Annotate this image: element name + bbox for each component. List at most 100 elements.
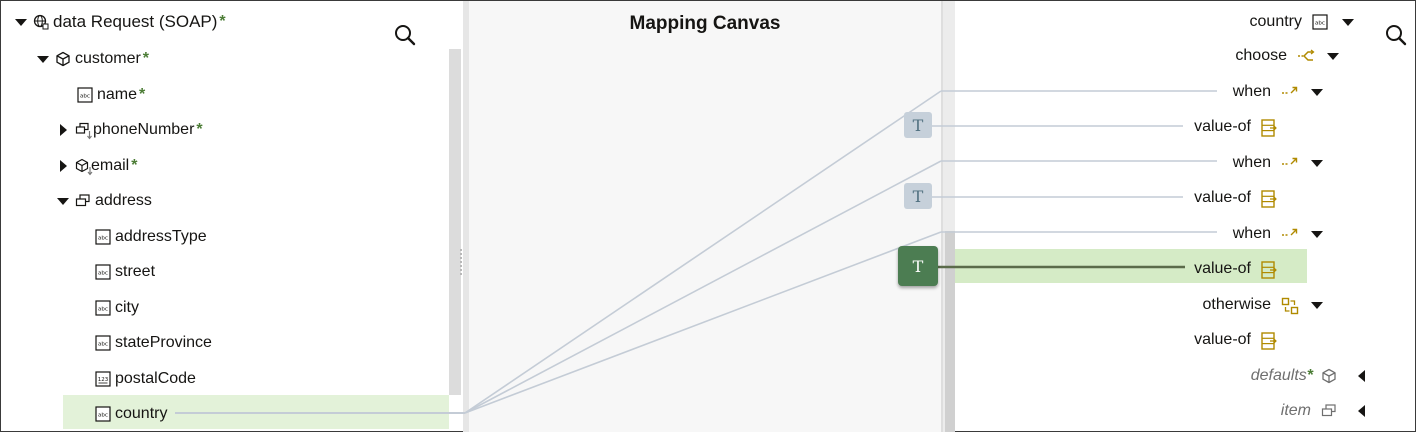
source-node-address[interactable]: address bbox=[57, 184, 152, 218]
expand-toggle[interactable] bbox=[57, 195, 69, 207]
expand-toggle[interactable] bbox=[1311, 157, 1323, 169]
source-node-label: city bbox=[115, 299, 139, 316]
expand-toggle[interactable] bbox=[15, 16, 27, 28]
source-node-phonenumber[interactable]: phoneNumber * bbox=[57, 113, 203, 147]
source-node-customer[interactable]: customer * bbox=[37, 42, 149, 76]
group-icon bbox=[1321, 403, 1337, 419]
source-node-postalcode[interactable]: 123 postalCode bbox=[95, 362, 196, 396]
svg-text:abc: abc bbox=[98, 271, 108, 277]
expand-toggle[interactable] bbox=[37, 53, 49, 65]
target-node-when-1[interactable]: when bbox=[1233, 75, 1323, 109]
svg-text:abc: abc bbox=[80, 94, 90, 100]
globe-node-icon bbox=[33, 14, 49, 30]
collapse-toggle[interactable] bbox=[1355, 405, 1367, 417]
target-node-label: otherwise bbox=[1202, 296, 1271, 313]
choose-icon bbox=[1297, 48, 1315, 64]
source-node-label: addressType bbox=[115, 228, 207, 245]
source-panel: data Request (SOAP) * customer * abc nam… bbox=[1, 1, 463, 432]
search-icon bbox=[393, 25, 417, 51]
when-icon bbox=[1281, 155, 1298, 171]
source-node-label: country bbox=[115, 405, 168, 422]
target-node-value-of-3[interactable]: value-of bbox=[1194, 252, 1277, 286]
target-node-label: defaults bbox=[1250, 367, 1307, 384]
string-field-icon: abc bbox=[95, 335, 111, 351]
expand-toggle[interactable] bbox=[57, 124, 69, 136]
expand-toggle[interactable] bbox=[1311, 86, 1323, 98]
string-field-icon: abc bbox=[77, 87, 93, 103]
target-node-value-of-4[interactable]: value-of bbox=[1194, 323, 1277, 357]
string-field-icon: abc bbox=[95, 264, 111, 280]
text-function-icon: T bbox=[912, 256, 924, 276]
target-node-defaults[interactable]: defaults * bbox=[1251, 359, 1367, 393]
svg-text:123: 123 bbox=[98, 377, 109, 383]
function-box-active[interactable]: T bbox=[898, 246, 938, 286]
search-icon bbox=[1384, 25, 1408, 51]
source-node-label: email bbox=[91, 157, 130, 174]
string-field-icon: abc bbox=[95, 406, 111, 422]
value-of-icon bbox=[1261, 332, 1277, 350]
function-box-2[interactable]: T bbox=[904, 183, 932, 209]
required-marker: * bbox=[131, 157, 138, 174]
canvas-title: Mapping Canvas bbox=[629, 13, 781, 34]
expand-toggle[interactable] bbox=[1311, 299, 1323, 311]
source-node-request[interactable]: data Request (SOAP) * bbox=[15, 5, 226, 39]
svg-text:abc: abc bbox=[98, 342, 108, 348]
mapping-canvas[interactable]: Mapping Canvas bbox=[463, 1, 941, 432]
cube-icon bbox=[55, 51, 71, 67]
source-node-label: data Request (SOAP) bbox=[53, 12, 218, 31]
function-box-1[interactable]: T bbox=[904, 112, 932, 138]
source-node-label: postalCode bbox=[115, 370, 196, 387]
target-node-country[interactable]: country abc bbox=[1250, 5, 1354, 39]
source-node-label: street bbox=[115, 263, 156, 280]
required-marker: * bbox=[139, 86, 146, 103]
source-node-street[interactable]: abc street bbox=[95, 255, 155, 289]
expand-toggle[interactable] bbox=[1311, 228, 1323, 240]
value-of-icon bbox=[1261, 261, 1277, 279]
when-icon bbox=[1281, 84, 1298, 100]
source-node-addresstype[interactable]: abc addressType bbox=[95, 220, 207, 254]
target-node-label: value-of bbox=[1194, 189, 1251, 206]
target-node-label: when bbox=[1232, 83, 1271, 100]
source-search-button[interactable] bbox=[393, 23, 417, 47]
number-field-icon: 123 bbox=[95, 371, 111, 387]
target-node-choose[interactable]: choose bbox=[1235, 39, 1339, 73]
source-node-email[interactable]: email * bbox=[57, 149, 137, 183]
source-node-name[interactable]: abc name * bbox=[77, 78, 145, 112]
target-search-button[interactable] bbox=[1384, 23, 1408, 47]
source-node-label: phoneNumber bbox=[93, 121, 195, 138]
source-node-label: name bbox=[97, 86, 138, 103]
text-function-icon: T bbox=[912, 115, 924, 135]
source-scrollbar[interactable] bbox=[449, 49, 461, 395]
target-node-label: when bbox=[1232, 225, 1271, 242]
target-node-label: value-of bbox=[1194, 118, 1251, 135]
source-node-stateprovince[interactable]: abc stateProvince bbox=[95, 326, 212, 360]
collapse-toggle[interactable] bbox=[1355, 370, 1367, 382]
source-node-label: stateProvince bbox=[115, 334, 212, 351]
target-node-value-of-2[interactable]: value-of bbox=[1194, 181, 1277, 215]
svg-text:abc: abc bbox=[98, 413, 108, 419]
target-node-label: when bbox=[1232, 154, 1271, 171]
string-field-icon: abc bbox=[95, 229, 111, 245]
target-node-otherwise[interactable]: otherwise bbox=[1203, 288, 1323, 322]
required-marker: * bbox=[1306, 367, 1313, 384]
target-scrollbar[interactable] bbox=[945, 231, 955, 432]
source-node-country[interactable]: abc country bbox=[95, 397, 167, 431]
panel-splitter-handle[interactable] bbox=[460, 249, 466, 275]
expand-toggle[interactable] bbox=[1342, 16, 1354, 28]
source-node-label: customer bbox=[75, 50, 141, 67]
target-node-when-3[interactable]: when bbox=[1233, 217, 1323, 251]
expand-toggle[interactable] bbox=[57, 160, 69, 172]
required-marker: * bbox=[219, 13, 226, 30]
string-field-icon: abc bbox=[1312, 14, 1328, 30]
target-node-value-of-1[interactable]: value-of bbox=[1194, 110, 1277, 144]
value-of-icon bbox=[1261, 119, 1277, 137]
target-node-when-2[interactable]: when bbox=[1233, 146, 1323, 180]
svg-text:abc: abc bbox=[98, 307, 108, 313]
source-node-city[interactable]: abc city bbox=[95, 291, 139, 325]
expand-toggle[interactable] bbox=[1327, 50, 1339, 62]
repeating-group-icon bbox=[75, 122, 92, 140]
target-node-item[interactable]: item bbox=[1281, 394, 1367, 428]
required-marker: * bbox=[196, 121, 203, 138]
target-node-label: value-of bbox=[1194, 260, 1251, 277]
required-marker: * bbox=[142, 50, 150, 67]
